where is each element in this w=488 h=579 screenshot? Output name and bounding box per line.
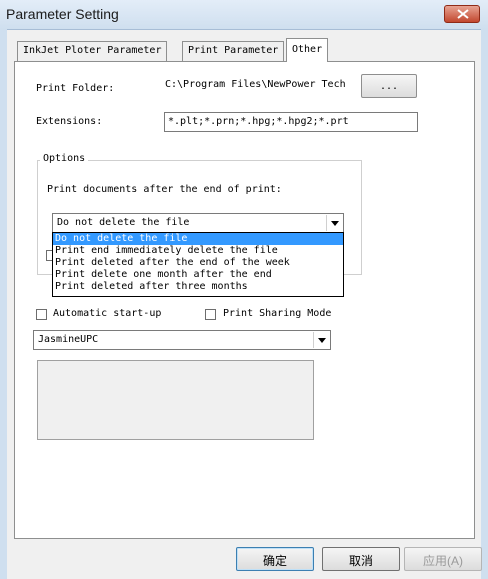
auto-start-label: Automatic start-up — [53, 308, 162, 319]
extensions-label: Extensions: — [36, 116, 103, 127]
dropdown-option-selected[interactable]: Do not delete the file — [53, 233, 343, 245]
font-select-value: JasmineUPC — [38, 334, 99, 345]
apply-button[interactable]: 应用(A) — [404, 547, 482, 571]
dropdown-option[interactable]: Print deleted after three months — [53, 281, 343, 293]
dropdown-option[interactable]: Print deleted after the end of the week — [53, 257, 343, 269]
auto-start-checkbox[interactable] — [36, 309, 47, 320]
window-frame-right — [481, 29, 488, 579]
tab-inkjet-ploter-parameter[interactable]: InkJet Ploter Parameter — [17, 41, 168, 61]
tab-label: InkJet Ploter Parameter — [23, 45, 162, 56]
window-title: Parameter Setting — [6, 6, 119, 22]
tab-other[interactable]: Other — [286, 38, 329, 62]
chevron-down-icon[interactable] — [313, 332, 329, 348]
tab-panel-other — [14, 61, 475, 539]
delete-option-value: Do not delete the file — [57, 217, 190, 228]
print-folder-label: Print Folder: — [36, 83, 115, 94]
preview-box — [37, 360, 314, 440]
close-button[interactable] — [444, 5, 480, 23]
tab-label: Print Parameter — [188, 45, 279, 56]
browse-button[interactable]: ... — [361, 74, 417, 98]
sharing-mode-checkbox[interactable] — [205, 309, 216, 320]
cancel-button[interactable]: 取消 — [322, 547, 400, 571]
delete-option-combo[interactable]: Do not delete the file — [52, 213, 344, 233]
dropdown-option[interactable]: Print end immediately delete the file — [53, 245, 343, 257]
title-bar: Parameter Setting — [0, 0, 488, 30]
options-legend: Options — [40, 153, 89, 164]
tab-label: Other — [292, 44, 323, 55]
close-icon — [457, 9, 469, 19]
dropdown-option[interactable]: Print delete one month after the end — [53, 269, 343, 281]
tab-print-parameter[interactable]: Print Parameter — [182, 41, 285, 61]
font-select[interactable]: JasmineUPC — [33, 330, 331, 350]
ok-button[interactable]: 确定 — [236, 547, 314, 571]
window-frame-left — [0, 29, 7, 579]
delete-option-dropdown[interactable]: Do not delete the file Print end immedia… — [52, 232, 344, 297]
options-prompt: Print documents after the end of print: — [47, 184, 282, 195]
chevron-down-icon[interactable] — [326, 215, 342, 231]
extensions-field[interactable]: *.plt;*.prn;*.hpg;*.hpg2;*.prt — [164, 112, 418, 132]
print-folder-field[interactable]: C:\Program Files\NewPower Tech — [162, 76, 358, 96]
sharing-mode-label: Print Sharing Mode — [223, 308, 332, 319]
